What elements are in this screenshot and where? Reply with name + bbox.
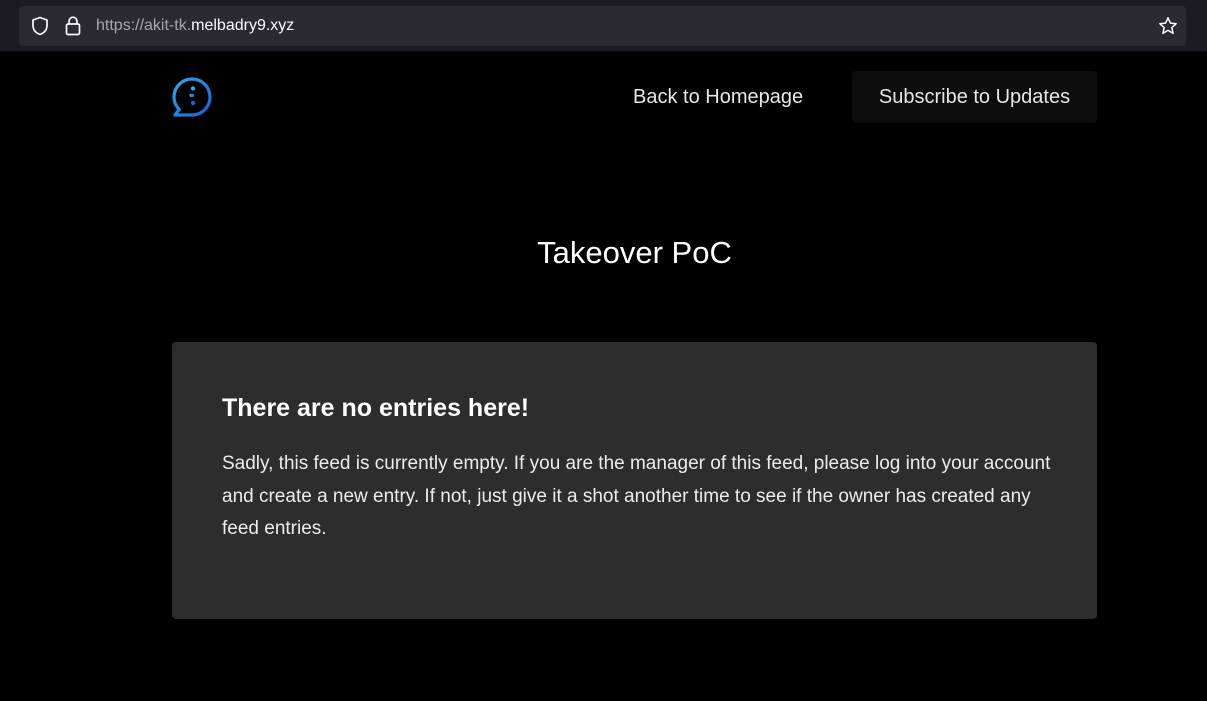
- shield-icon[interactable]: [30, 16, 50, 36]
- empty-feed-heading: There are no entries here!: [222, 394, 530, 422]
- empty-feed-message: Sadly, this feed is currently empty. If …: [222, 453, 1051, 539]
- star-icon[interactable]: [1158, 16, 1178, 36]
- subscribe-to-updates-button[interactable]: Subscribe to Updates: [852, 71, 1097, 123]
- page-title: Takeover PoC: [537, 235, 732, 270]
- url-domain: melbadry9.xyz: [191, 17, 295, 34]
- browser-toolbar: https://akit-tk.melbadry9.xyz: [0, 0, 1207, 52]
- back-to-homepage-link[interactable]: Back to Homepage: [633, 84, 803, 110]
- address-bar[interactable]: https://akit-tk.melbadry9.xyz: [19, 6, 1186, 46]
- lock-icon[interactable]: [63, 15, 83, 37]
- empty-feed-card: There are no entries here! Sadly, this f…: [172, 342, 1097, 619]
- url-text[interactable]: https://akit-tk.melbadry9.xyz: [96, 17, 294, 35]
- url-prefix: https://akit-tk.: [96, 17, 192, 34]
- chat-bubble-logo-icon[interactable]: [171, 76, 213, 118]
